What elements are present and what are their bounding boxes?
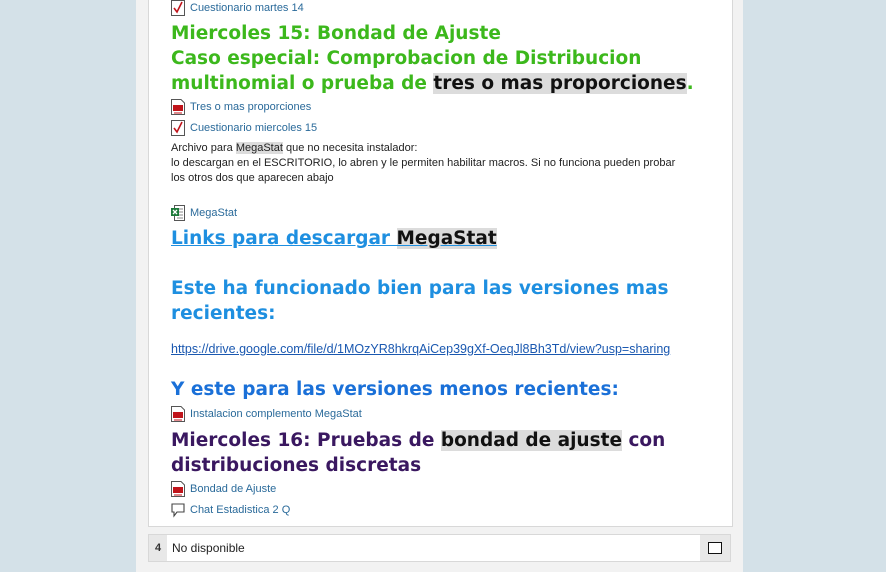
activity-label: MegaStat bbox=[190, 207, 238, 219]
note-line: Archivo para MegaStat que no necesita in… bbox=[171, 142, 418, 154]
activity-label: Bondad de Ajuste bbox=[190, 483, 277, 495]
activity-instalacion-megastat[interactable]: Instalacion complemento MegaStat bbox=[171, 406, 362, 422]
section-status: No disponible bbox=[172, 541, 245, 555]
activity-label: Tres o mas proporciones bbox=[190, 101, 312, 113]
activity-label: Chat Estadistica 2 Q bbox=[190, 504, 291, 516]
section-15-subtitle-line3: multinomial o prueba de tres o mas propo… bbox=[171, 73, 694, 94]
activity-chat[interactable]: Chat Estadistica 2 Q bbox=[171, 502, 290, 518]
older-versions-heading: Y este para las versiones menos reciente… bbox=[171, 379, 619, 400]
recent-versions-heading: Este ha funcionado bien para las version… bbox=[171, 278, 669, 299]
activity-tres-mas-proporciones[interactable]: Tres o mas proporciones bbox=[171, 99, 311, 115]
excel-icon bbox=[171, 205, 185, 221]
section-16-title-line2: distribuciones discretas bbox=[171, 455, 422, 476]
quiz-icon bbox=[171, 0, 185, 16]
section-15-title: Miercoles 15: Bondad de Ajuste bbox=[171, 23, 501, 44]
activity-label: Instalacion complemento MegaStat bbox=[190, 408, 362, 420]
checkbox-icon[interactable] bbox=[708, 542, 722, 554]
section-16-title: Miercoles 16: Pruebas de bondad de ajust… bbox=[171, 430, 666, 451]
section-checkbox-area[interactable] bbox=[700, 535, 730, 561]
activity-label: Cuestionario martes 14 bbox=[190, 2, 304, 14]
activity-quiz-martes[interactable]: Cuestionario martes 14 bbox=[171, 0, 304, 16]
pdf-icon bbox=[171, 481, 185, 497]
megastat-note: Archivo para MegaStat que no necesita in… bbox=[171, 141, 711, 186]
chat-icon bbox=[171, 503, 185, 518]
note-line: lo descargan en el ESCRITORIO, lo abren … bbox=[171, 157, 676, 169]
quiz-icon bbox=[171, 120, 185, 136]
section-15-subtitle: Caso especial: Comprobacion de Distribuc… bbox=[171, 48, 642, 69]
drive-link[interactable]: https://drive.google.com/file/d/1MOzYR8h… bbox=[171, 342, 670, 356]
links-heading[interactable]: Links para descargar MegaStat bbox=[171, 226, 497, 251]
note-line: los otros dos que aparecen abajo bbox=[171, 172, 334, 184]
section-number: 4 bbox=[149, 535, 167, 561]
activity-bondad-ajuste[interactable]: Bondad de Ajuste bbox=[171, 481, 276, 497]
activity-quiz-miercoles[interactable]: Cuestionario miercoles 15 bbox=[171, 120, 317, 136]
pdf-icon bbox=[171, 406, 185, 422]
recent-versions-heading-line2: recientes: bbox=[171, 303, 276, 324]
pdf-icon bbox=[171, 99, 185, 115]
activity-label: Cuestionario miercoles 15 bbox=[190, 122, 318, 134]
activity-megastat-file[interactable]: MegaStat bbox=[171, 205, 237, 221]
section-4-row: 4 No disponible bbox=[148, 534, 731, 562]
